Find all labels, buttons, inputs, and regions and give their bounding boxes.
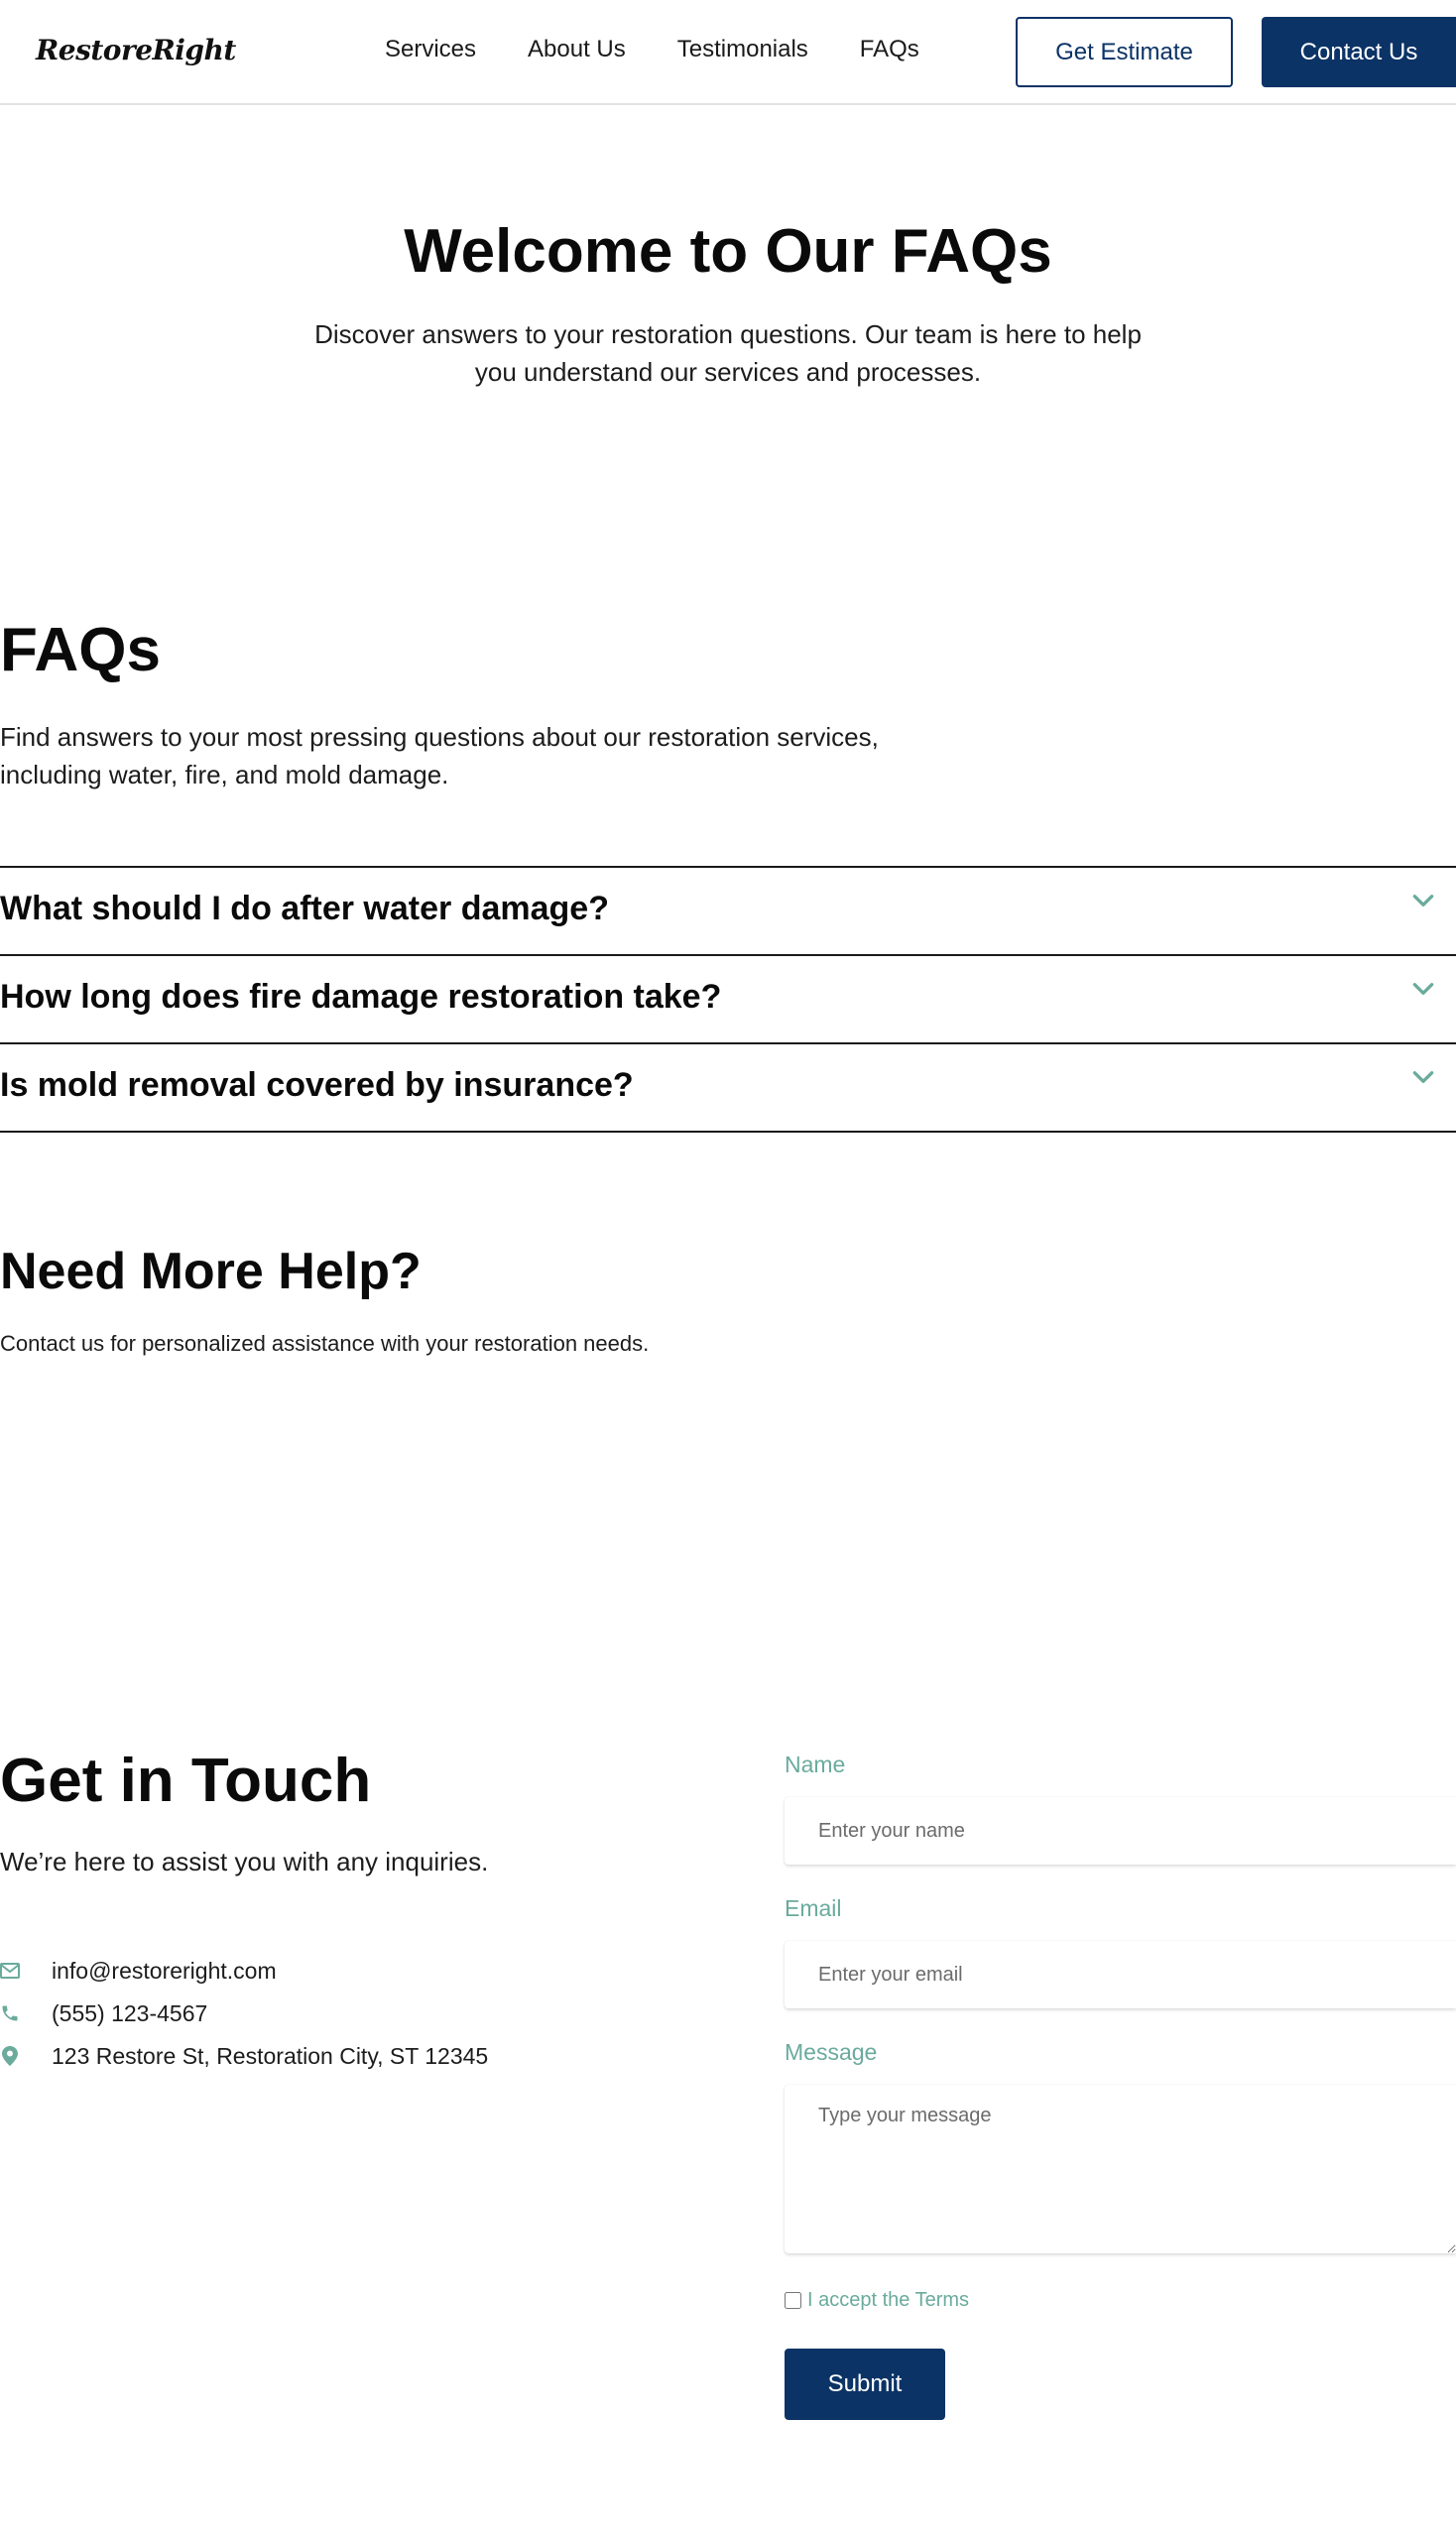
hero-subtitle: Discover answers to your restoration que… <box>314 319 1142 387</box>
contact-phone-row: (555) 123-4567 <box>0 1998 207 2028</box>
terms-checkbox[interactable] <box>785 2292 801 2309</box>
faq-question: Is mold removal covered by insurance? <box>0 1066 634 1104</box>
faq-list: What should I do after water damage? How… <box>0 866 1456 1133</box>
contact-address: 123 Restore St, Restoration City, ST 123… <box>52 2042 489 2069</box>
mail-icon <box>0 1961 20 1981</box>
help-section-subtitle: Contact us for personalized assistance w… <box>0 1331 650 1356</box>
contact-address-row: 123 Restore St, Restoration City, ST 123… <box>0 2041 488 2071</box>
nav-link-services[interactable]: Services <box>385 36 476 63</box>
faq-section-title: FAQs <box>0 616 161 684</box>
contact-section-title: Get in Touch <box>0 1747 372 1815</box>
get-estimate-button[interactable]: Get Estimate <box>1016 17 1233 87</box>
nav-link-faqs[interactable]: FAQs <box>860 36 919 63</box>
nav-link-about-us[interactable]: About Us <box>528 36 626 63</box>
terms-label: I accept the Terms <box>807 2289 970 2311</box>
faq-section-subtitle: Find answers to your most pressing quest… <box>0 722 879 789</box>
contact-section-subtitle: We’re here to assist you with any inquir… <box>0 1847 489 1876</box>
help-section-title: Need More Help? <box>0 1243 422 1300</box>
chevron-down-icon[interactable] <box>1410 1064 1436 1090</box>
main-nav: Services About Us Testimonials FAQs <box>385 36 971 63</box>
faq-question: How long does fire damage restoration ta… <box>0 978 722 1016</box>
nav-link-testimonials[interactable]: Testimonials <box>677 36 808 63</box>
contact-email-row: info@restoreright.com <box>0 1956 277 1986</box>
email-input[interactable] <box>785 1941 1456 2008</box>
faq-question: What should I do after water damage? <box>0 890 609 927</box>
contact-us-button[interactable]: Contact Us <box>1262 17 1456 87</box>
message-textarea[interactable] <box>785 2085 1456 2253</box>
terms-checkbox-row[interactable]: I accept the Terms <box>785 2289 969 2312</box>
name-label: Name <box>785 1752 846 1777</box>
chevron-down-icon[interactable] <box>1410 976 1436 1002</box>
logo[interactable]: RestoreRight <box>36 34 236 66</box>
faq-item[interactable]: Is mold removal covered by insurance? <box>0 1044 1456 1133</box>
contact-email[interactable]: info@restoreright.com <box>52 1958 277 1985</box>
name-input[interactable] <box>785 1797 1456 1865</box>
hero-title: Welcome to Our FAQs <box>404 217 1052 286</box>
map-pin-icon <box>0 2046 20 2066</box>
faq-item[interactable]: How long does fire damage restoration ta… <box>0 956 1456 1044</box>
phone-icon <box>0 2003 20 2023</box>
message-label: Message <box>785 2039 878 2065</box>
submit-button[interactable]: Submit <box>785 2349 945 2420</box>
faq-item[interactable]: What should I do after water damage? <box>0 868 1456 956</box>
chevron-down-icon[interactable] <box>1410 888 1436 913</box>
site-header: RestoreRight Services About Us Testimoni… <box>0 0 1456 105</box>
email-label: Email <box>785 1895 842 1921</box>
contact-phone[interactable]: (555) 123-4567 <box>52 2000 207 2027</box>
